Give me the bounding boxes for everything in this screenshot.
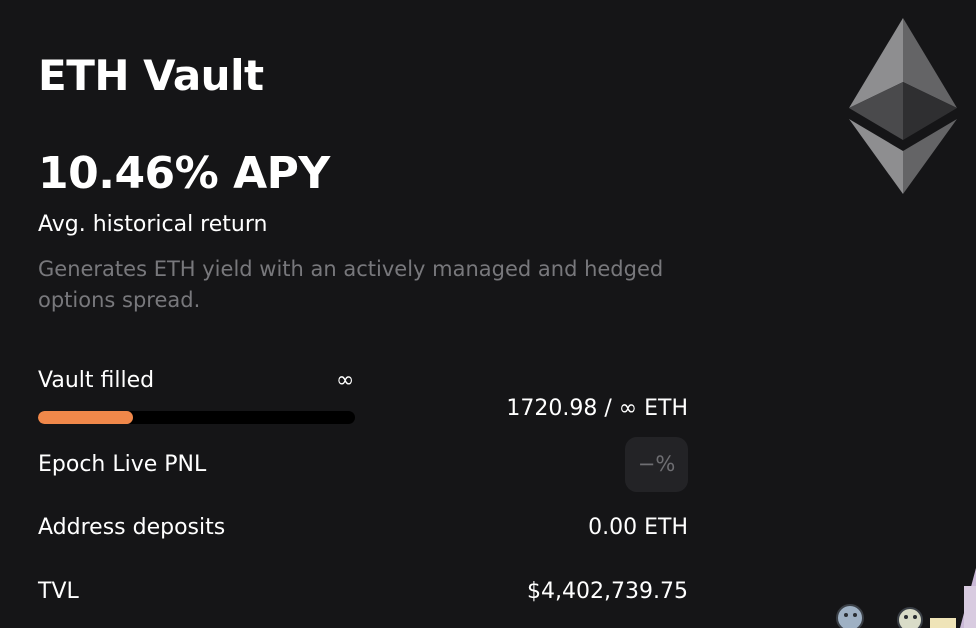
tvl-value: $4,402,739.75 xyxy=(527,579,688,604)
apy-value: 10.46% APY xyxy=(38,148,330,199)
vault-filled-progress-fill xyxy=(38,411,134,424)
address-deposits-label: Address deposits xyxy=(38,515,226,540)
apy-subtitle: Avg. historical return xyxy=(38,212,268,237)
epoch-pnl-label: Epoch Live PNL xyxy=(38,452,207,477)
address-deposits-value: 0.00 ETH xyxy=(588,515,688,540)
vault-filled-progress-bar xyxy=(38,411,355,424)
vault-title: ETH Vault xyxy=(38,51,264,100)
epoch-pnl-value: −% xyxy=(625,437,688,492)
vault-card: ETH Vault 10.46% APY Avg. historical ret… xyxy=(0,0,976,628)
tvl-label: TVL xyxy=(38,579,79,604)
vault-description: Generates ETH yield with an actively man… xyxy=(38,257,664,312)
decorative-artwork xyxy=(830,548,976,628)
vault-filled-amount: 1720.98 / ∞ ETH xyxy=(506,396,688,421)
ethereum-logo-icon xyxy=(845,16,961,196)
vault-filled-label: Vault filled xyxy=(38,368,155,393)
vault-cap-symbol: ∞ xyxy=(336,368,355,393)
